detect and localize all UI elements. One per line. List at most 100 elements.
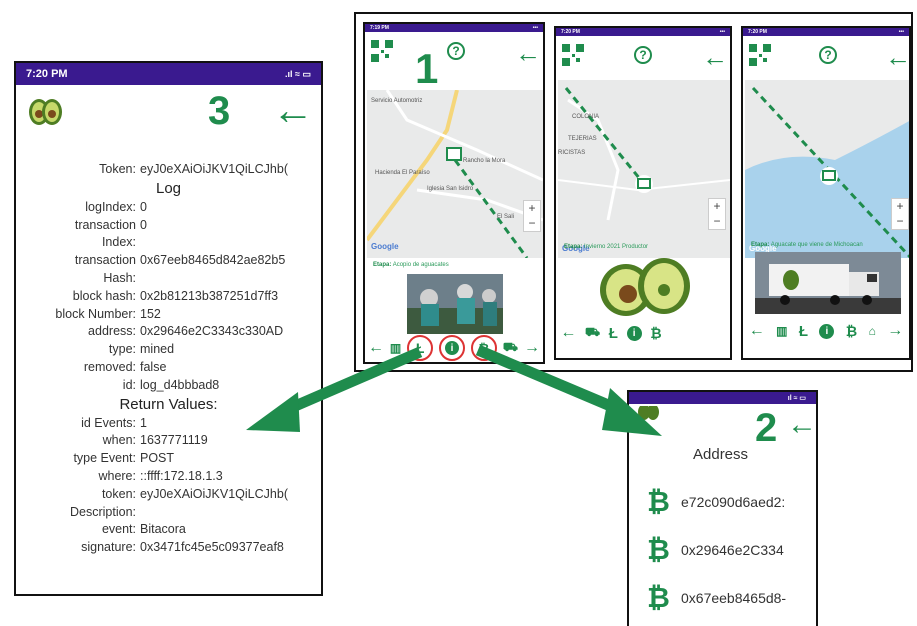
kv-value: POST: [140, 451, 175, 466]
kv-value: log_d4bbbad8: [140, 377, 220, 392]
back-arrow-icon[interactable]: ←: [272, 89, 314, 131]
avocado-logo: [638, 406, 659, 420]
figure-label-1: 1: [415, 45, 439, 92]
kv-value: ::ffff:172.18.1.3: [140, 468, 223, 483]
kv-value: 0: [140, 217, 147, 232]
return-values-heading: Return Values:: [119, 395, 218, 413]
kv-key: Hash:: [103, 270, 136, 285]
bitcoin-icon[interactable]: ₿: [650, 325, 661, 341]
info-icon[interactable]: i: [626, 325, 642, 341]
workers-photo: [407, 274, 503, 334]
litecoin-icon[interactable]: Ł: [799, 323, 808, 340]
kv-key: token:: [101, 486, 136, 501]
zoom-controls[interactable]: + −: [891, 198, 909, 230]
etapa-text: Etapa: Acopio de aguacates: [373, 262, 449, 268]
map-label: TEJERIAS: [568, 136, 597, 142]
warehouse-icon[interactable]: ⌂: [869, 324, 876, 338]
bitcoin-icon: ₿: [647, 534, 670, 565]
map-view[interactable]: Google + −: [745, 80, 909, 258]
kv-row: token: eyJ0eXAiOiJKV1QiLCJhb(: [16, 486, 321, 504]
litecoin-icon[interactable]: Ł: [609, 325, 618, 342]
map-label: Iglesia San Isidro: [427, 186, 474, 192]
arrow-right-icon[interactable]: →: [524, 339, 540, 357]
back-arrow-icon[interactable]: ←: [515, 40, 541, 66]
kv-row: block Number: 152: [16, 306, 321, 324]
bitcoin-icon[interactable]: ₿: [846, 323, 857, 339]
arrow-right-icon[interactable]: →: [887, 322, 903, 340]
address-item[interactable]: ₿ 0x67eeb8465d8-: [647, 574, 816, 622]
log-detail-screen: 7:20 PM .ıl ≈ ▭ 3 ← Token: eyJ0eXAiOiJKV1…: [14, 61, 323, 596]
kv-value: 152: [140, 306, 161, 321]
building-icon[interactable]: ▥: [390, 341, 401, 355]
kv-value: 1: [140, 415, 147, 430]
figure-label-3: 3: [208, 89, 231, 133]
kv-row: id Events: 1: [16, 415, 321, 433]
help-icon[interactable]: ?: [634, 46, 652, 64]
map-screen-1: 7:19 PM ••• ? ← 1 Servicio Automotriz Hac…: [363, 22, 545, 364]
map-label: Hacienda El Paraíso: [375, 170, 430, 176]
address-text: 0x67eeb8465d8-: [681, 590, 787, 606]
qr-code-icon[interactable]: [749, 44, 771, 66]
building-icon[interactable]: ▥: [776, 324, 787, 338]
arrow-left-icon[interactable]: ←: [749, 322, 765, 340]
info-icon[interactable]: i: [439, 335, 466, 361]
address-item[interactable]: ₿ 0x29646e2C334: [647, 526, 816, 574]
arrow-left-icon[interactable]: ←: [560, 324, 576, 342]
map-roads: [558, 87, 730, 221]
stage-nav: ← ▥ Ł i ₿ ⌂ →: [743, 320, 909, 342]
status-bar: 7:20 PM .ıl ≈ ▭: [16, 63, 321, 85]
kv-key: signature:: [81, 540, 136, 555]
kv-row: when: 1637771119: [16, 432, 321, 450]
back-arrow-icon[interactable]: ←: [885, 44, 909, 70]
kv-row: Hash:: [16, 270, 321, 288]
litecoin-icon[interactable]: Ł: [407, 335, 434, 361]
qr-code-icon[interactable]: [562, 44, 584, 66]
zoom-controls[interactable]: + −: [708, 198, 726, 230]
qr-code-icon[interactable]: [371, 40, 393, 62]
truck-icon[interactable]: ⛟: [503, 340, 518, 356]
kv-key: where:: [98, 468, 136, 483]
kv-row: signature: 0x3471fc45e5c09377eaf8: [16, 539, 321, 557]
kv-key: removed:: [83, 359, 136, 374]
bitcoin-icon[interactable]: ₿: [470, 335, 497, 361]
kv-row: logIndex: 0: [16, 199, 321, 217]
avocado-image: [600, 258, 690, 316]
zoom-controls[interactable]: + −: [523, 200, 541, 232]
back-arrow-icon[interactable]: ←: [702, 44, 728, 70]
map-label: RICISTAS: [558, 150, 586, 156]
back-arrow-icon[interactable]: ←: [787, 410, 816, 440]
kv-value: 0: [140, 199, 147, 214]
kv-key: Index:: [101, 235, 136, 250]
info-icon[interactable]: i: [819, 323, 835, 339]
token-row: Token: eyJ0eXAiOiJKV1QiLCJhb(: [99, 162, 288, 176]
kv-row: block hash: 0x2b81213b387251d7ff3: [16, 288, 321, 306]
kv-row: where:::ffff:172.18.1.3: [16, 468, 321, 486]
status-icons: .ıl ≈ ▭: [285, 68, 311, 79]
figure-label-2: 2: [755, 406, 778, 450]
help-icon[interactable]: ?: [819, 46, 837, 64]
kv-row: removed: false: [16, 359, 321, 377]
kv-key: transaction: [74, 217, 136, 232]
kv-row: type: mined: [16, 341, 321, 359]
truck-icon[interactable]: ⛟: [585, 325, 600, 341]
address-item[interactable]: ₿ e72c090d6aed2:: [647, 478, 816, 526]
etapa-text: Etapa: Aguacate que viene de Michoacan: [751, 242, 863, 248]
status-time: 7:20 PM: [26, 68, 68, 80]
kv-key: address:: [88, 324, 136, 339]
kv-value: eyJ0eXAiOiJKV1QiLCJhb(: [140, 486, 288, 501]
map-view[interactable]: Servicio Automotriz Hacienda El Paraíso …: [367, 90, 543, 258]
kv-key: event:: [101, 522, 136, 537]
kv-key: logIndex:: [85, 199, 136, 214]
status-bar: ıl ≈ ▭: [629, 392, 816, 404]
kv-value: mined: [140, 342, 175, 357]
stage-nav: ← ▥ Ł i ₿ ⛟ →: [365, 335, 543, 361]
map-label: COLONIA: [572, 114, 600, 120]
address-text: e72c090d6aed2:: [681, 494, 786, 510]
kv-value: false: [140, 359, 167, 374]
arrow-left-icon[interactable]: ←: [368, 339, 384, 357]
help-icon[interactable]: ?: [447, 42, 465, 60]
status-bar: 7:20 PM •••: [743, 28, 909, 36]
bitcoin-icon: ₿: [647, 582, 670, 613]
map-view[interactable]: COLONIA TEJERIAS RICISTAS Google + −: [558, 80, 730, 258]
kv-key: transaction: [74, 253, 136, 268]
